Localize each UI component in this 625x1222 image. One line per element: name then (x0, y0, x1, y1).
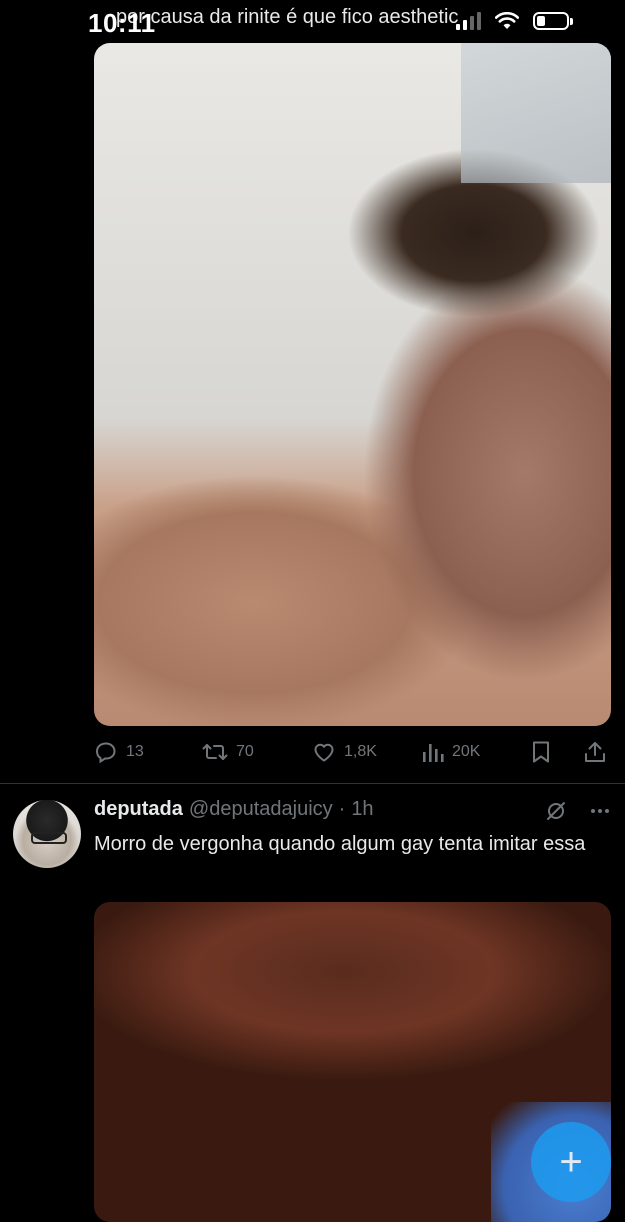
reply-icon (95, 742, 116, 764)
like-count: 1,8K (344, 743, 377, 760)
status-time: 10:11 (88, 8, 156, 38)
repost-icon (202, 744, 228, 760)
separator-dot: · (338, 798, 346, 820)
tweet-text-fragment: por causa da rinite é que fico aesthetic (116, 6, 459, 28)
cellular-signal-icon (456, 12, 481, 30)
avatar[interactable] (13, 800, 81, 868)
share-icon (585, 742, 605, 762)
status-icons (456, 12, 573, 30)
tweet-header: deputada @deputadajuicy · 1h (94, 798, 374, 821)
repost-count: 70 (236, 743, 254, 760)
views-button[interactable]: 20K (422, 740, 480, 764)
avatar-glasses (31, 832, 67, 844)
bookmark-button[interactable] (530, 740, 552, 764)
display-name[interactable]: deputada (94, 798, 183, 821)
user-handle[interactable]: @deputadajuicy (189, 798, 333, 821)
like-button[interactable]: 1,8K (312, 740, 377, 764)
plus-icon: + (559, 1140, 583, 1184)
compose-button[interactable]: + (531, 1122, 611, 1202)
views-chart-icon (423, 744, 444, 762)
tweet-media-photo[interactable] (94, 43, 611, 726)
grok-icon[interactable] (545, 800, 567, 822)
tweet-divider (0, 783, 625, 784)
repost-button[interactable]: 70 (202, 740, 254, 764)
views-count: 20K (452, 743, 481, 760)
photo-background-window (461, 43, 611, 183)
wifi-icon (495, 12, 519, 29)
bookmark-icon (533, 741, 549, 763)
share-button[interactable] (584, 740, 606, 764)
tweet-action-bar: 13 70 1,8K 20K (94, 736, 614, 768)
more-options-icon[interactable] (589, 800, 611, 822)
tweet-header-icons (545, 800, 611, 822)
status-bar: por causa da rinite é que fico aesthetic… (0, 0, 625, 44)
reply-button[interactable]: 13 (94, 740, 144, 764)
tweet-text: Morro de vergonha quando algum gay tenta… (94, 833, 586, 855)
battery-icon (533, 12, 573, 30)
tweet-time[interactable]: 1h (351, 798, 373, 821)
reply-count: 13 (126, 743, 144, 760)
heart-icon (314, 743, 334, 762)
